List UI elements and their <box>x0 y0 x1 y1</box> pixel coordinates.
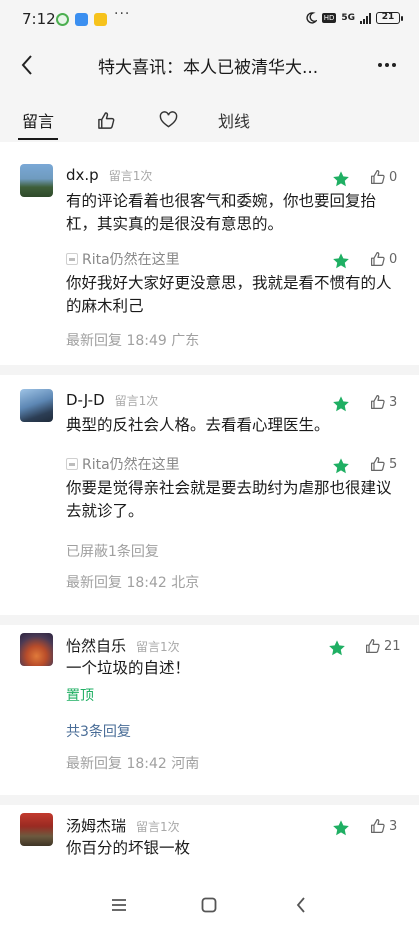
star-icon[interactable] <box>328 639 346 657</box>
reply-username[interactable]: Rita仍然在这里 <box>66 249 180 269</box>
avatar[interactable] <box>20 813 53 846</box>
latest-reply-meta: 最新回复 18:49 广东 <box>66 333 200 349</box>
back-chevron-icon <box>296 897 305 913</box>
like-count: 0 <box>389 251 398 267</box>
back-chevron-icon <box>21 55 32 75</box>
star-icon[interactable] <box>332 457 350 475</box>
comment-text: 一个垃圾的自述！ <box>66 659 191 677</box>
avatar[interactable] <box>20 164 53 197</box>
tab-comments[interactable]: 留言 <box>18 104 58 136</box>
comment-text: 你百分的坏银一枚 <box>66 839 191 857</box>
like-button[interactable]: 3 <box>370 394 397 410</box>
like-count: 0 <box>389 169 398 185</box>
more-notifications-icon: ··· <box>114 6 131 22</box>
more-options-button[interactable] <box>373 52 401 78</box>
avatar[interactable] <box>20 633 53 666</box>
star-icon[interactable] <box>332 170 350 188</box>
comment-item: D-J-D 留言1次 3 典型的反社会人格。去看看心理医生。 Rita仍然在这里 … <box>0 375 419 615</box>
like-count: 3 <box>389 394 398 410</box>
comment-item: 汤姆杰瑞 留言1次 3 你百分的坏银一枚 <box>0 805 419 880</box>
network-type: 5G <box>341 13 355 23</box>
like-count: 3 <box>389 818 398 834</box>
menu-icon <box>112 899 126 911</box>
status-time: 7:12 <box>22 10 56 28</box>
thumb-up-icon <box>366 639 380 653</box>
thumb-up-icon <box>97 111 114 129</box>
title-bar: 特大喜讯：本人已被清华大... <box>0 40 419 90</box>
comment-text: 典型的反社会人格。去看看心理医生。 <box>66 416 330 434</box>
thumb-up-icon <box>371 252 385 266</box>
comment-item: 怡然自乐 留言1次 21 一个垃圾的自述！ 置顶 共3条回复 最新回复 18:42… <box>0 625 419 795</box>
blue-app-icon <box>75 13 88 26</box>
back-button[interactable] <box>12 50 42 80</box>
tab-underline[interactable]: 划线 <box>214 104 254 136</box>
yellow-app-icon <box>94 13 107 26</box>
recycle-app-icon <box>56 13 69 26</box>
like-button[interactable]: 3 <box>370 818 397 834</box>
latest-reply-meta: 最新回复 18:42 北京 <box>66 575 200 591</box>
battery-icon: 21 <box>376 12 400 24</box>
comment-count-badge: 留言1次 <box>136 640 180 654</box>
home-button[interactable] <box>198 894 220 916</box>
comment-username[interactable]: 汤姆杰瑞 留言1次 <box>66 815 180 836</box>
reply-username[interactable]: Rita仍然在这里 <box>66 454 180 474</box>
tab-bar: 留言 划线 <box>0 96 419 142</box>
thumb-up-icon <box>371 170 385 184</box>
tab-favorites[interactable] <box>154 104 182 136</box>
thumb-up-icon <box>371 457 385 471</box>
signal-icon <box>360 12 371 24</box>
top-area: 7:12 ··· HD 5G 21 特大喜讯：本人已被清华大... 留言 划线 <box>0 0 419 142</box>
comment-count-badge: 留言1次 <box>114 394 159 408</box>
reply-text: 你好我好大家好更没意思，我就是看不惯有的人的麻木利己 <box>66 274 392 315</box>
like-count: 21 <box>384 638 401 654</box>
like-button[interactable]: 0 <box>370 251 397 267</box>
pinned-label: 置顶 <box>66 688 94 704</box>
like-button[interactable]: 0 <box>370 169 397 185</box>
star-icon[interactable] <box>332 819 350 837</box>
system-back-button[interactable] <box>290 894 312 916</box>
page-title: 特大喜讯：本人已被清华大... <box>98 58 319 78</box>
user-avatar-icon <box>66 253 78 265</box>
system-nav-bar <box>0 880 419 931</box>
reply-text: 你要是觉得亲社会就是要去助纣为虐那也很建议去就诊了。 <box>66 479 392 520</box>
comment-username[interactable]: D-J-D 留言1次 <box>66 391 158 409</box>
view-replies-link[interactable]: 共3条回复 <box>66 721 131 741</box>
tab-likes[interactable] <box>92 104 120 136</box>
comment-item: dx.p 留言1次 0 有的评论看着也很客气和委婉，你也要回复抬杠，其实真的是很没… <box>0 150 419 365</box>
star-icon[interactable] <box>332 252 350 270</box>
heart-icon <box>159 111 177 128</box>
divider <box>0 365 419 375</box>
user-avatar-icon <box>66 458 78 470</box>
recent-apps-button[interactable] <box>108 894 130 916</box>
status-right: HD 5G 21 <box>305 12 403 24</box>
home-square-icon <box>201 897 217 913</box>
thumb-up-icon <box>371 819 385 833</box>
divider <box>0 615 419 625</box>
divider <box>0 795 419 805</box>
like-count: 5 <box>389 456 398 472</box>
hidden-replies-note: 已屏蔽1条回复 <box>66 544 159 560</box>
status-bar: 7:12 ··· HD 5G 21 <box>0 0 419 40</box>
comment-username[interactable]: dx.p 留言1次 <box>66 166 152 184</box>
comment-count-badge: 留言1次 <box>108 169 153 183</box>
thumb-up-icon <box>371 395 385 409</box>
latest-reply-meta: 最新回复 18:42 河南 <box>66 756 200 772</box>
star-icon[interactable] <box>332 395 350 413</box>
hd-indicator: HD <box>321 13 337 23</box>
active-tab-indicator <box>18 138 58 140</box>
comment-text: 有的评论看着也很客气和委婉，你也要回复抬杠，其实真的是很没有意思的。 <box>66 192 377 233</box>
avatar[interactable] <box>20 389 53 422</box>
comment-count-badge: 留言1次 <box>136 820 180 834</box>
comment-username[interactable]: 怡然自乐 留言1次 <box>66 635 180 656</box>
like-button[interactable]: 21 <box>365 638 401 654</box>
moon-icon <box>306 12 317 24</box>
like-button[interactable]: 5 <box>370 456 397 472</box>
battery-tip <box>401 15 403 21</box>
